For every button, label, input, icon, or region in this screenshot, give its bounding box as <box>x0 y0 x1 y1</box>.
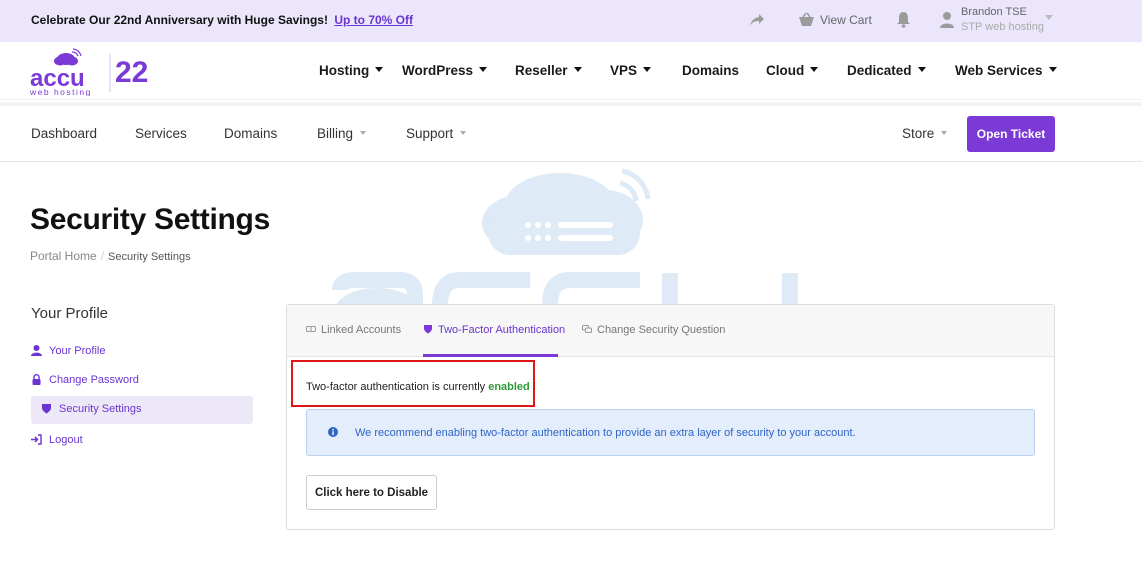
breadcrumb: Portal Home / Security Settings <box>30 249 191 263</box>
nav-reseller[interactable]: Reseller <box>515 63 582 78</box>
subnav-store[interactable]: Store <box>902 126 948 141</box>
info-circle-icon <box>328 427 338 437</box>
logo-tagline: web hosting <box>29 87 92 96</box>
nav-web-services[interactable]: Web Services <box>955 63 1057 78</box>
tab-label: Linked Accounts <box>321 324 402 336</box>
tab-label: Two-Factor Authentication <box>438 324 566 336</box>
security-panel: Linked Accounts Two-Factor Authenticatio… <box>286 304 1055 530</box>
info-message: We recommend enabling two-factor authent… <box>355 427 856 439</box>
sidebar-item-label: Security Settings <box>59 403 142 415</box>
sidebar-item-logout[interactable]: Logout <box>31 427 253 455</box>
subnav-label: Store <box>902 126 935 141</box>
caret-down-icon <box>810 67 819 72</box>
breadcrumb-home[interactable]: Portal Home <box>30 249 97 263</box>
two-factor-status: Two-factor authentication is currently e… <box>306 381 530 393</box>
subnav-services[interactable]: Services <box>135 126 187 141</box>
client-nav: Dashboard Services Domains Billing Suppo… <box>0 102 1142 162</box>
shield-icon <box>42 404 51 414</box>
nav-label: WordPress <box>402 63 474 78</box>
user-icon <box>31 345 42 356</box>
sidebar-item-label: Your Profile <box>49 345 106 357</box>
subnav-label: Billing <box>317 126 354 141</box>
share-icon[interactable] <box>749 13 765 27</box>
nav-label: Domains <box>682 63 740 78</box>
nav-vps[interactable]: VPS <box>610 63 652 78</box>
page-title: Security Settings <box>30 203 270 236</box>
open-ticket-button[interactable]: Open Ticket <box>967 116 1055 152</box>
nav-label: Web Services <box>955 63 1043 78</box>
sidebar-item-your-profile[interactable]: Your Profile <box>31 338 253 366</box>
promo-message: Celebrate Our 22nd Anniversary with Huge… <box>31 13 328 27</box>
tab-change-security-question[interactable]: Change Security Question <box>582 324 725 336</box>
bell-icon[interactable] <box>896 11 911 28</box>
main-header: accu web hosting 22 Hosting WordPress Re… <box>0 42 1142 100</box>
caret-down-icon <box>460 131 467 135</box>
nav-wordpress[interactable]: WordPress <box>402 63 488 78</box>
subnav-domains[interactable]: Domains <box>224 126 277 141</box>
user-name[interactable]: Brandon TSE <box>961 6 1027 18</box>
sidebar-item-label: Logout <box>49 434 83 446</box>
nav-dedicated[interactable]: Dedicated <box>847 63 926 78</box>
disable-two-factor-button[interactable]: Click here to Disable <box>306 475 437 510</box>
sign-out-icon <box>31 434 42 445</box>
nav-label: Cloud <box>766 63 805 78</box>
subnav-billing[interactable]: Billing <box>317 126 367 141</box>
sidebar-item-label: Change Password <box>49 374 139 386</box>
nav-label: Dedicated <box>847 63 912 78</box>
logo-anniversary: 22 <box>115 56 148 89</box>
security-tabs: Linked Accounts Two-Factor Authenticatio… <box>287 305 1054 357</box>
tab-label: Change Security Question <box>597 324 726 336</box>
shield-icon <box>424 325 432 334</box>
status-prefix: Two-factor authentication is currently <box>306 381 486 393</box>
sidebar-item-change-password[interactable]: Change Password <box>31 367 253 395</box>
caret-down-icon <box>941 131 948 135</box>
sidebar-title: Your Profile <box>31 305 108 322</box>
info-alert: We recommend enabling two-factor authent… <box>306 409 1035 456</box>
user-company: STP web hosting <box>961 21 1044 33</box>
caret-down-icon <box>573 67 582 72</box>
promo-bar: Celebrate Our 22nd Anniversary with Huge… <box>0 0 1142 42</box>
comments-icon <box>582 325 592 333</box>
caret-down-icon <box>375 67 384 72</box>
subnav-support[interactable]: Support <box>406 126 467 141</box>
tab-linked-accounts[interactable]: Linked Accounts <box>306 324 401 336</box>
caret-down-icon <box>1048 67 1057 72</box>
user-icon[interactable] <box>940 11 954 28</box>
view-cart-link[interactable]: View Cart <box>820 13 872 27</box>
promo-text: Celebrate Our 22nd Anniversary with Huge… <box>31 13 413 27</box>
nav-domains[interactable]: Domains <box>682 63 739 78</box>
nav-hosting[interactable]: Hosting <box>319 63 384 78</box>
cart-basket-icon[interactable] <box>798 12 815 27</box>
nav-label: Hosting <box>319 63 370 78</box>
caret-down-icon <box>643 67 652 72</box>
promo-link[interactable]: Up to 70% Off <box>334 13 413 27</box>
breadcrumb-current: Security Settings <box>108 251 191 263</box>
chevron-down-icon[interactable] <box>1045 15 1053 21</box>
subnav-dashboard[interactable]: Dashboard <box>31 126 97 141</box>
breadcrumb-separator: / <box>100 249 105 263</box>
sidebar-item-security-settings[interactable]: Security Settings <box>31 396 253 424</box>
nav-cloud[interactable]: Cloud <box>766 63 819 78</box>
nav-label: Reseller <box>515 63 568 78</box>
link-icon <box>306 326 316 332</box>
tab-two-factor-authentication[interactable]: Two-Factor Authentication <box>423 324 565 336</box>
nav-label: VPS <box>610 63 638 78</box>
status-badge: enabled <box>488 381 530 393</box>
accu-logo[interactable]: accu web hosting 22 <box>28 48 153 96</box>
caret-down-icon <box>360 131 367 135</box>
active-tab-indicator <box>423 354 558 357</box>
lock-icon <box>32 374 41 385</box>
caret-down-icon <box>917 67 926 72</box>
subnav-label: Support <box>406 126 454 141</box>
caret-down-icon <box>479 67 488 72</box>
